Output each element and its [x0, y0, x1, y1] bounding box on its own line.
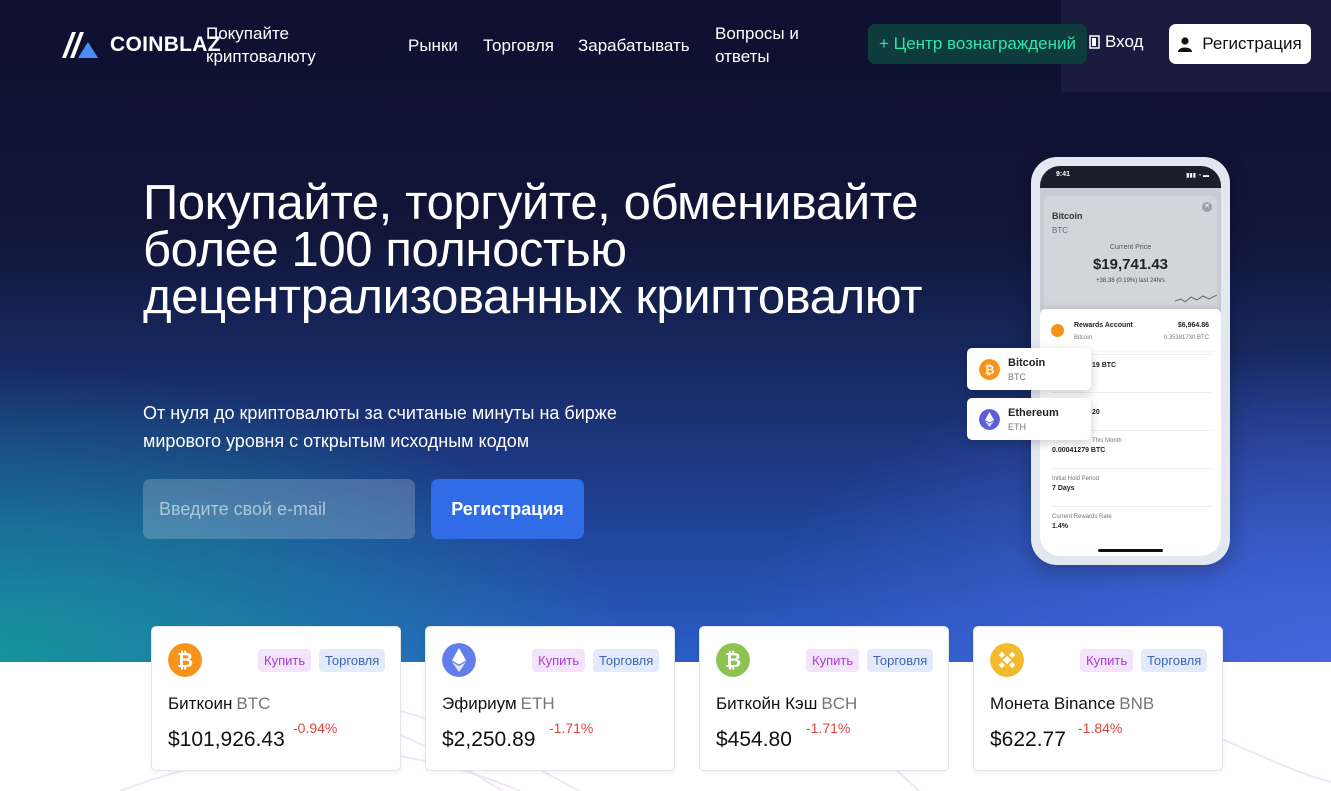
coin-change: -1.71% [549, 720, 594, 736]
buy-button[interactable]: Купить [532, 649, 586, 672]
coin-card-btc[interactable]: ₿ Купить Торговля Биткоин BTC $101,926.43… [151, 626, 401, 771]
coin-price: $622.77 [990, 728, 1066, 751]
coin-change: -0.94% [293, 720, 338, 736]
top-navigation: COINBLAZ Покупайте криптовалюту Рынки То… [0, 0, 1331, 92]
nav-buy-crypto[interactable]: Покупайте криптовалюту [206, 22, 336, 68]
trade-button[interactable]: Торговля [867, 649, 934, 672]
login-icon [1089, 35, 1100, 49]
hero-signup-button[interactable]: Регистрация [431, 479, 584, 539]
coin-price: $454.80 [716, 728, 792, 751]
brand-logo[interactable]: COINBLAZ [62, 32, 221, 58]
phone-rewards-label: Rewards Account [1074, 322, 1133, 329]
svg-text:₿: ₿ [177, 648, 193, 672]
ethereum-icon [442, 643, 476, 677]
nav-trade[interactable]: Торговля [483, 34, 554, 57]
phone-close-icon: ✕ [1202, 202, 1212, 212]
coin-card-bch[interactable]: ₿ Купить Торговля Биткойн Кэш BCH $454.80… [699, 626, 949, 771]
phone-row: Current Rewards Rate 1.4% [1052, 506, 1212, 530]
buy-button[interactable]: Купить [1080, 649, 1134, 672]
header-signup-label: Регистрация [1202, 34, 1302, 53]
ethereum-icon [979, 409, 1000, 430]
phone-rewards-btc: 0.35381730 BTC [1163, 335, 1209, 341]
phone-home-indicator [1098, 549, 1163, 552]
binance-icon [990, 643, 1024, 677]
hero-subline: От нуля до криптовалюты за считаные мину… [143, 403, 617, 451]
coin-name: Биткоин BTC [168, 694, 271, 713]
phone-time: 9:41 [1056, 171, 1071, 178]
phone-rewards-sub: Bitcoin [1074, 335, 1093, 341]
float-card-name: Bitcoin [1008, 357, 1046, 369]
login-button[interactable]: Вход [1089, 32, 1143, 52]
phone-coin-symbol: BTC [1052, 226, 1068, 235]
trade-button[interactable]: Торговля [1141, 649, 1208, 672]
hero-signup-label: Регистрация [451, 498, 564, 519]
coin-symbol: BTC [236, 694, 271, 713]
float-card-symbol: BTC [1008, 372, 1026, 382]
coin-name: Монета Binance BNB [990, 694, 1155, 713]
trade-button[interactable]: Торговля [319, 649, 386, 672]
coin-symbol: BCH [821, 694, 858, 713]
brand-name: COINBLAZ [110, 33, 221, 56]
float-card-bitcoin: ₿ Bitcoin BTC [967, 348, 1091, 390]
float-card-name: Ethereum [1008, 407, 1059, 419]
phone-bitcoin-icon [1051, 324, 1064, 337]
nav-faq[interactable]: Вопросы и ответы [715, 22, 815, 68]
coin-change: -1.71% [806, 720, 851, 736]
coin-symbol: BNB [1119, 694, 1155, 713]
coin-price: $2,250.89 [442, 728, 536, 751]
rewards-center-button[interactable]: + Центр вознаграждений [868, 24, 1087, 64]
phone-price: $19,741.43 [1092, 256, 1169, 273]
email-input[interactable] [143, 479, 415, 539]
bitcoin-cash-icon: ₿ [716, 643, 750, 677]
coin-name: Биткойн Кэш BCH [716, 694, 858, 713]
rewards-center-label: + Центр вознаграждений [878, 34, 1076, 53]
coin-card-eth[interactable]: Купить Торговля Эфириум ETH $2,250.89 -1.… [425, 626, 675, 771]
coin-price: $101,926.43 [168, 728, 285, 751]
header-signup-button[interactable]: Регистрация [1169, 24, 1311, 64]
trade-button[interactable]: Торговля [593, 649, 660, 672]
signal-battery-icon: ▮▮▮ ◔ ▬ [1186, 173, 1209, 179]
coin-name: Эфириум ETH [442, 694, 555, 713]
svg-text:₿: ₿ [725, 648, 741, 672]
hero-headline: Покупайте, торгуйте, обменивайте более 1… [143, 176, 923, 324]
phone-rewards-value: $6,964.86 [1177, 322, 1209, 329]
float-card-ethereum: Ethereum ETH [967, 398, 1091, 440]
logo-icon [62, 32, 98, 58]
login-label: Вход [1105, 32, 1144, 51]
float-card-symbol: ETH [1008, 422, 1026, 432]
buy-button[interactable]: Купить [258, 649, 312, 672]
coin-card-bnb[interactable]: Купить Торговля Монета Binance BNB $622.7… [973, 626, 1223, 771]
coin-change: -1.84% [1078, 720, 1123, 736]
user-icon [1178, 36, 1193, 52]
phone-price-label: Current Price [1109, 244, 1152, 251]
phone-status-bar: 9:41 ▮▮▮ ◔ ▬ [1040, 166, 1221, 188]
svg-text:₿: ₿ [985, 363, 995, 377]
bitcoin-icon: ₿ [168, 643, 202, 677]
phone-coin-name: Bitcoin [1052, 211, 1083, 221]
phone-row: Initial Hold Period 7 Days [1052, 468, 1212, 492]
phone-rewards-account-card: Rewards Account Bitcoin $6,964.86 0.3538… [1040, 309, 1221, 351]
nav-earn[interactable]: Зарабатывать [578, 34, 690, 57]
bitcoin-icon: ₿ [979, 359, 1000, 380]
phone-price-change: +38.38 (0.19%) last 24hrs [1096, 278, 1165, 284]
coin-symbol: ETH [520, 694, 555, 713]
phone-sparkline-icon [1175, 294, 1217, 303]
nav-markets[interactable]: Рынки [408, 34, 458, 57]
buy-button[interactable]: Купить [806, 649, 860, 672]
